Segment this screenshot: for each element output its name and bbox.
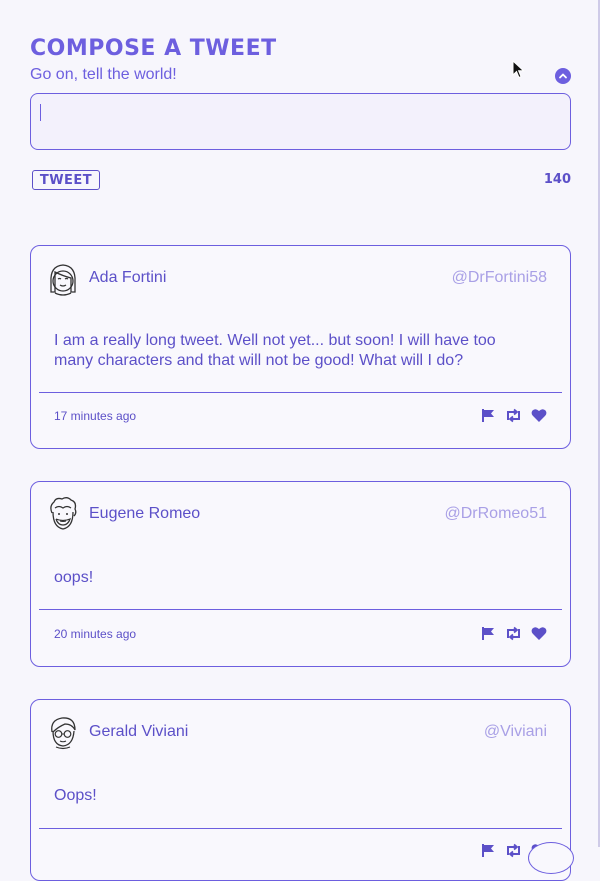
flag-icon[interactable]: [480, 842, 497, 859]
tweet-text: oops!: [54, 569, 94, 586]
tweet-handle: @DrFortini58: [451, 269, 547, 286]
avatar-icon: [50, 264, 76, 296]
tweet-text: Oops!: [54, 787, 97, 804]
tweet-card: Gerald Viviani @Viviani Oops!: [30, 699, 571, 881]
tweet-actions: [480, 407, 547, 424]
tweet-text: I am a really long tweet. Well not yet..…: [54, 332, 496, 369]
tweet-button[interactable]: TWEET: [32, 170, 100, 190]
tweet-divider: [39, 828, 562, 829]
tweet-header: Gerald Viviani @Viviani: [45, 714, 547, 750]
mouse-cursor-icon: [512, 60, 525, 79]
compose-section: COMPOSE A TWEET Go on, tell the world! T…: [30, 36, 571, 190]
tweet-handle: @DrRomeo51: [444, 505, 548, 522]
tweet-timestamp: 17 minutes ago: [54, 409, 137, 423]
tweet-textarea[interactable]: [30, 93, 571, 150]
avatar-icon: [50, 497, 77, 530]
tweet-author: Ada Fortini: [89, 269, 167, 286]
heart-icon[interactable]: [530, 407, 547, 424]
tweet-header: Ada Fortini @DrFortini58: [45, 260, 547, 296]
retweet-icon[interactable]: [505, 407, 522, 424]
tweet-divider: [39, 392, 562, 393]
tweet-card: Eugene Romeo @DrRomeo51 oops! 20 minutes…: [30, 481, 571, 667]
heart-icon[interactable]: [530, 625, 547, 642]
compose-title: COMPOSE A TWEET: [30, 36, 277, 61]
compose-subtitle: Go on, tell the world!: [30, 66, 177, 83]
tweet-card: Ada Fortini @DrFortini58 I am a really l…: [30, 245, 571, 449]
tweet-divider: [39, 609, 562, 610]
chevron-up-icon: [559, 73, 567, 79]
character-counter: 140: [543, 172, 571, 187]
retweet-icon[interactable]: [505, 625, 522, 642]
text-caret: [40, 104, 41, 121]
tweet-author: Eugene Romeo: [89, 505, 201, 522]
tweet-timestamp: 20 minutes ago: [54, 627, 137, 641]
tweet-handle: @Viviani: [483, 723, 547, 740]
avatar-icon: [51, 717, 76, 750]
collapse-button[interactable]: [555, 68, 571, 84]
tweet-actions: [480, 625, 547, 642]
tweet-author: Gerald Viviani: [89, 723, 189, 740]
tweet-header: Eugene Romeo @DrRomeo51: [45, 496, 547, 532]
retweet-icon[interactable]: [505, 842, 522, 859]
flag-icon[interactable]: [480, 407, 497, 424]
flag-icon[interactable]: [480, 625, 497, 642]
